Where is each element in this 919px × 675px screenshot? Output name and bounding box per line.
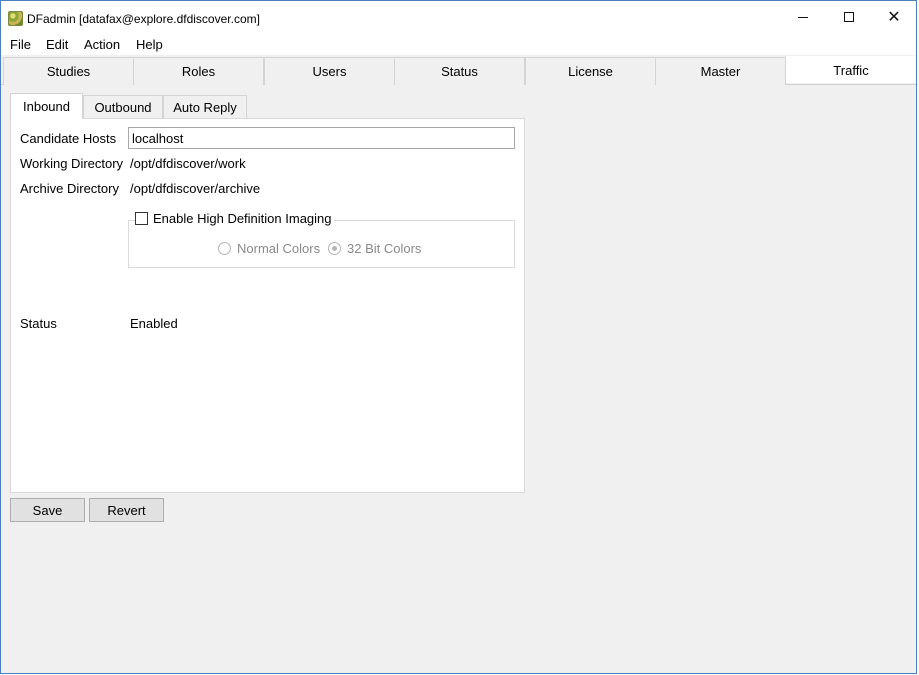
menu-edit[interactable]: Edit xyxy=(46,37,68,52)
window-title: DFadmin [datafax@explore.dfdiscover.com] xyxy=(27,12,260,26)
normal-colors-radio[interactable] xyxy=(218,242,231,255)
menu-action[interactable]: Action xyxy=(84,37,120,52)
candidate-hosts-label: Candidate Hosts xyxy=(20,131,117,146)
archive-directory-label: Archive Directory xyxy=(20,181,119,196)
tab-master[interactable]: Master xyxy=(655,57,786,85)
app-window: DFadmin [datafax@explore.dfdiscover.com]… xyxy=(0,0,917,674)
archive-directory-value: /opt/dfdiscover/archive xyxy=(130,181,261,196)
title-bar[interactable]: DFadmin [datafax@explore.dfdiscover.com]… xyxy=(1,1,916,33)
subtab-auto-reply[interactable]: Auto Reply xyxy=(163,95,247,119)
working-directory-value: /opt/dfdiscover/work xyxy=(130,156,246,171)
revert-button[interactable]: Revert xyxy=(89,498,164,522)
32bit-colors-label: 32 Bit Colors xyxy=(347,241,422,256)
main-tab-bar: Studies Roles Users Status License Maste… xyxy=(1,56,916,85)
subtab-outbound[interactable]: Outbound xyxy=(83,95,163,119)
status-label: Status xyxy=(20,316,57,331)
save-button[interactable]: Save xyxy=(10,498,85,522)
subtab-inbound[interactable]: Inbound xyxy=(10,93,83,119)
menu-help[interactable]: Help xyxy=(136,37,163,52)
32bit-colors-radio[interactable] xyxy=(328,242,341,255)
status-value: Enabled xyxy=(130,316,178,331)
tab-license[interactable]: License xyxy=(525,57,656,85)
minimize-button[interactable] xyxy=(780,1,826,33)
menu-file[interactable]: File xyxy=(10,37,31,52)
dfadmin-app-icon xyxy=(8,11,23,26)
hd-imaging-group xyxy=(128,220,515,268)
minimize-icon xyxy=(798,16,808,18)
tab-studies[interactable]: Studies xyxy=(3,57,134,85)
menu-bar: File Edit Action Help xyxy=(1,33,916,55)
normal-colors-label: Normal Colors xyxy=(237,241,321,256)
maximize-button[interactable] xyxy=(826,1,872,33)
normal-colors-option[interactable]: Normal Colors xyxy=(218,241,320,256)
32bit-colors-option[interactable]: 32 Bit Colors xyxy=(328,241,421,256)
close-icon: ✕ xyxy=(887,9,901,26)
hd-imaging-checkbox[interactable] xyxy=(135,212,148,225)
close-button[interactable]: ✕ xyxy=(871,1,917,33)
maximize-icon xyxy=(844,12,854,22)
hd-imaging-toggle[interactable]: Enable High Definition Imaging xyxy=(135,211,334,226)
tab-roles[interactable]: Roles xyxy=(133,57,264,85)
hd-imaging-label: Enable High Definition Imaging xyxy=(153,211,332,226)
inbound-panel: Candidate Hosts Working Directory /opt/d… xyxy=(10,118,525,493)
candidate-hosts-input[interactable] xyxy=(128,127,515,149)
tab-traffic[interactable]: Traffic xyxy=(786,56,916,83)
tab-status[interactable]: Status xyxy=(394,57,525,85)
tab-users[interactable]: Users xyxy=(264,57,395,85)
working-directory-label: Working Directory xyxy=(20,156,124,171)
